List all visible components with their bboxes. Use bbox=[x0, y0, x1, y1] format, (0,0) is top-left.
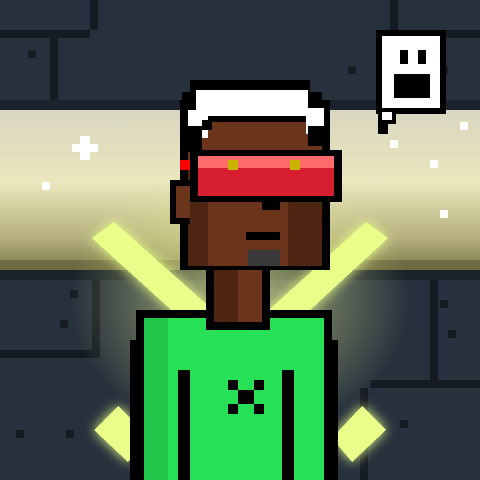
red-visor bbox=[180, 150, 342, 202]
avatar-scene bbox=[0, 0, 480, 480]
